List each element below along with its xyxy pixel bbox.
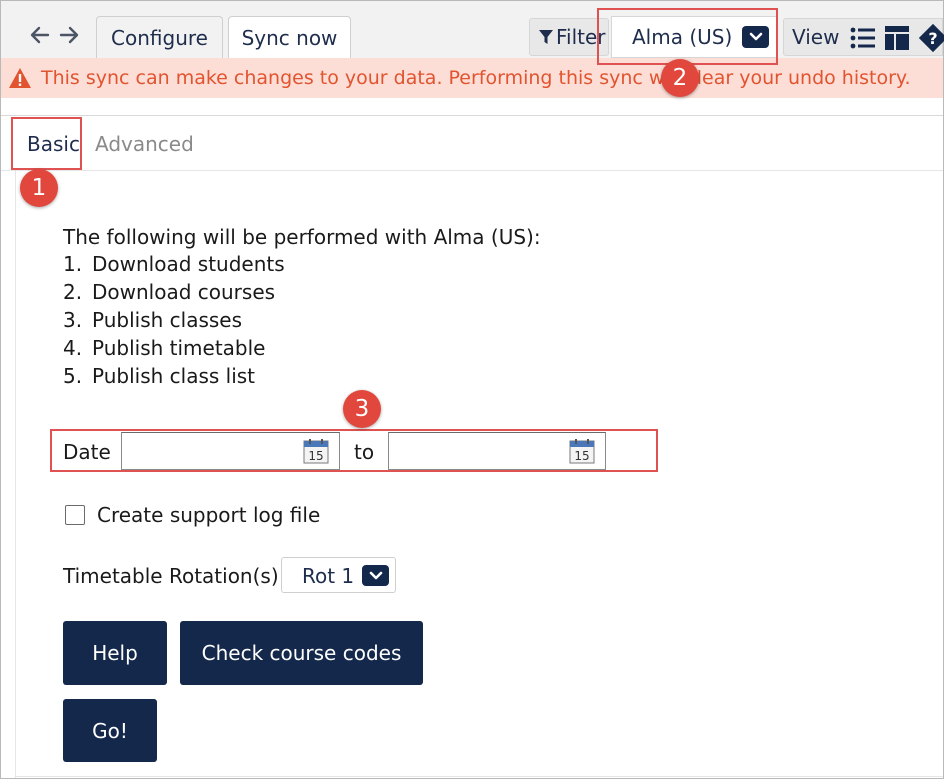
support-log-label: Create support log file xyxy=(97,503,321,527)
list-item: 4. Publish timetable xyxy=(63,336,266,360)
toolbar: Configure Sync now Filter Alma (US) View xyxy=(1,1,944,59)
view-label: View xyxy=(792,25,840,49)
help-icon[interactable]: ? xyxy=(918,23,944,58)
list-item: 1. Download students xyxy=(63,252,285,276)
funnel-icon xyxy=(539,30,553,44)
divider xyxy=(15,170,16,778)
list-icon[interactable] xyxy=(850,26,876,55)
tab-configure-label: Configure xyxy=(111,25,208,50)
divider xyxy=(15,776,943,777)
rotation-label: Timetable Rotation(s) xyxy=(63,564,279,588)
tab-sync-now[interactable]: Sync now xyxy=(228,16,351,59)
rotation-select[interactable]: Rot 1 xyxy=(281,557,396,593)
warning-banner: This sync can make changes to your data.… xyxy=(1,58,943,98)
support-log-checkbox[interactable] xyxy=(65,505,85,525)
subtab-advanced[interactable]: Advanced xyxy=(95,132,194,156)
tab-sync-now-label: Sync now xyxy=(241,26,338,50)
svg-text:?: ? xyxy=(928,29,937,48)
arrow-left-icon[interactable] xyxy=(28,23,52,47)
list-item: 2. Download courses xyxy=(63,280,276,304)
annotation-badge: 3 xyxy=(343,390,381,428)
view-menu[interactable]: View ? xyxy=(783,18,944,58)
rotation-select-value: Rot 1 xyxy=(302,564,355,588)
warning-text: This sync can make changes to your data.… xyxy=(41,67,911,89)
support-log-option[interactable]: Create support log file xyxy=(65,503,320,527)
chevron-down-icon xyxy=(362,565,389,586)
annotation-highlight xyxy=(597,8,778,65)
tab-configure[interactable]: Configure xyxy=(96,16,223,58)
help-button[interactable]: Help xyxy=(63,621,167,685)
go-button[interactable]: Go! xyxy=(63,699,157,762)
check-course-codes-button[interactable]: Check course codes xyxy=(180,621,423,685)
arrow-right-icon[interactable] xyxy=(57,23,81,47)
sync-steps-list: 1. Download students 2. Download courses 3… xyxy=(63,252,285,392)
divider xyxy=(1,115,943,116)
layout-icon[interactable] xyxy=(885,26,909,55)
annotation-badge: 1 xyxy=(20,169,58,207)
list-item: 5. Publish class list xyxy=(63,364,256,388)
annotation-highlight xyxy=(50,429,658,472)
sync-intro-text: The following will be performed with Alm… xyxy=(63,225,541,249)
annotation-badge: 2 xyxy=(661,59,699,97)
warning-icon xyxy=(9,68,31,88)
divider xyxy=(1,170,943,171)
annotation-highlight xyxy=(11,117,82,170)
list-item: 3. Publish classes xyxy=(63,308,243,332)
